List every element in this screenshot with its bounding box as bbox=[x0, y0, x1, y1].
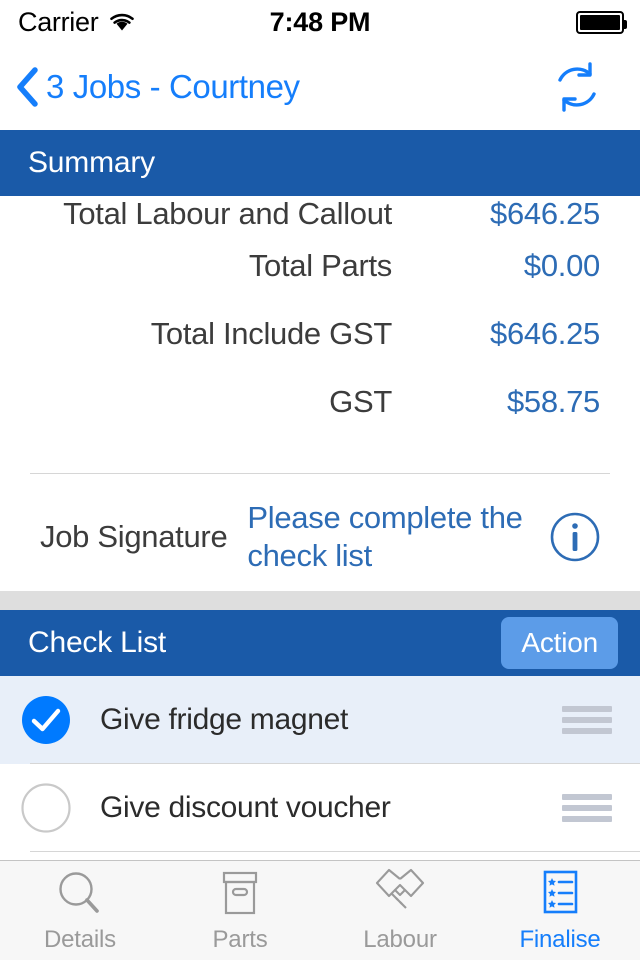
checklist-items: Give fridge magnet Give discount voucher bbox=[0, 676, 640, 852]
summary-divider bbox=[30, 473, 610, 474]
summary-row-value: $646.25 bbox=[490, 196, 600, 231]
summary-row-value: $58.75 bbox=[506, 384, 600, 419]
battery-full-icon bbox=[576, 10, 627, 34]
checklist-section-header: Check List Action bbox=[0, 610, 640, 676]
summary-row-label: Total Labour and Callout bbox=[63, 196, 392, 231]
app-screen: Carrier 7:48 PM 3 Jobs - Courtney Total … bbox=[0, 0, 640, 960]
tab-label: Finalise bbox=[519, 925, 601, 953]
refresh-sync-icon[interactable] bbox=[550, 60, 604, 114]
checklist-item-row[interactable]: Give discount voucher bbox=[0, 764, 640, 852]
summary-header-title: Summary bbox=[28, 146, 155, 179]
checkbox-unchecked-icon[interactable] bbox=[20, 782, 72, 834]
summary-row-value: $0.00 bbox=[523, 248, 600, 283]
checklist-item-row[interactable]: Give fridge magnet bbox=[0, 676, 640, 764]
reorder-handle-icon[interactable] bbox=[562, 706, 612, 734]
tab-details[interactable]: Details bbox=[0, 861, 160, 960]
info-circle-icon[interactable] bbox=[549, 511, 601, 563]
clock-label: 7:48 PM bbox=[269, 6, 371, 37]
handshake-icon bbox=[375, 868, 425, 909]
checklist-item-label: Give fridge magnet bbox=[100, 703, 349, 736]
section-gap bbox=[0, 591, 640, 610]
checkbox-checked-icon[interactable] bbox=[20, 694, 72, 746]
tab-label: Labour bbox=[363, 925, 437, 953]
job-signature-label: Job Signature bbox=[40, 519, 228, 554]
back-button[interactable]: 3 Jobs - Courtney bbox=[14, 66, 300, 108]
tab-finalise[interactable]: Finalise bbox=[480, 861, 640, 960]
action-button[interactable]: Action bbox=[501, 617, 618, 669]
job-signature-value: Please complete the check list bbox=[247, 500, 523, 573]
status-bar: Carrier 7:48 PM bbox=[0, 0, 640, 44]
summary-section-header: Summary bbox=[0, 130, 640, 196]
magnifier-icon bbox=[59, 871, 99, 913]
status-bar-right bbox=[576, 0, 627, 44]
tab-parts[interactable]: Parts bbox=[160, 861, 320, 960]
tab-bar: Details Parts Labour Finalise bbox=[0, 860, 640, 960]
summary-list: Total Labour and Callout $646.25 Total P… bbox=[0, 196, 640, 452]
navigation-bar: 3 Jobs - Courtney bbox=[0, 44, 640, 130]
summary-row: Total Labour and Callout $646.25 bbox=[0, 196, 640, 248]
reorder-handle-icon[interactable] bbox=[562, 794, 612, 822]
summary-row-value: $646.25 bbox=[490, 316, 600, 351]
summary-row-label: Total Include GST bbox=[150, 316, 393, 351]
box-icon bbox=[222, 871, 258, 914]
summary-row: Total Include GST $646.25 bbox=[0, 316, 640, 384]
tab-label: Parts bbox=[212, 925, 268, 953]
job-signature-row[interactable]: Job Signature Please complete the check … bbox=[0, 483, 640, 591]
summary-row-label: GST bbox=[329, 384, 392, 419]
chevron-left-icon bbox=[17, 67, 38, 107]
summary-row: Total Parts $0.00 bbox=[0, 248, 640, 316]
checklist-header-title: Check List bbox=[28, 626, 167, 659]
checklist-item-label: Give discount voucher bbox=[100, 791, 391, 824]
summary-row-label: Total Parts bbox=[248, 248, 392, 283]
summary-row: GST $58.75 bbox=[0, 384, 640, 452]
checklist-document-icon bbox=[543, 870, 578, 913]
page-title: 3 Jobs - Courtney bbox=[46, 68, 300, 105]
tab-labour[interactable]: Labour bbox=[320, 861, 480, 960]
tab-label: Details bbox=[44, 925, 116, 953]
